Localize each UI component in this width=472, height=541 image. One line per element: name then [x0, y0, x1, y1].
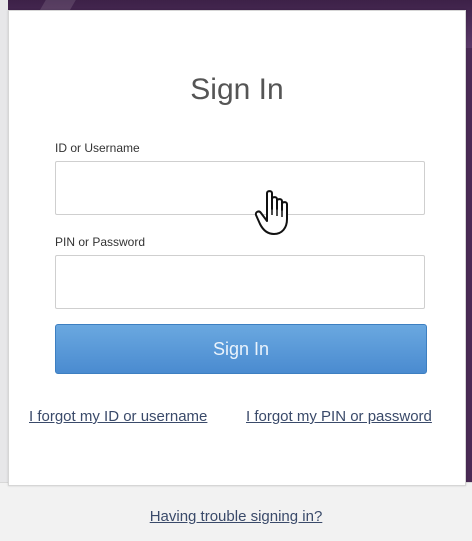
forgot-id-link[interactable]: I forgot my ID or username [29, 408, 207, 425]
trouble-container: Having trouble signing in? [0, 508, 472, 525]
page-title: Sign In [190, 73, 284, 106]
password-label: PIN or Password [55, 235, 146, 249]
password-field[interactable] [55, 255, 425, 309]
username-field[interactable] [55, 161, 425, 215]
hand-pointer-icon [254, 190, 288, 235]
sign-in-button[interactable]: Sign In [55, 324, 427, 374]
forgot-pin-link[interactable]: I forgot my PIN or password [246, 408, 432, 425]
left-edge [0, 0, 8, 541]
trouble-signing-in-link[interactable]: Having trouble signing in? [150, 508, 323, 525]
username-label: ID or Username [55, 141, 140, 155]
sign-in-card: Sign In ID or Username PIN or Password S… [8, 10, 466, 486]
page-frame: Sign In ID or Username PIN or Password S… [0, 0, 472, 541]
